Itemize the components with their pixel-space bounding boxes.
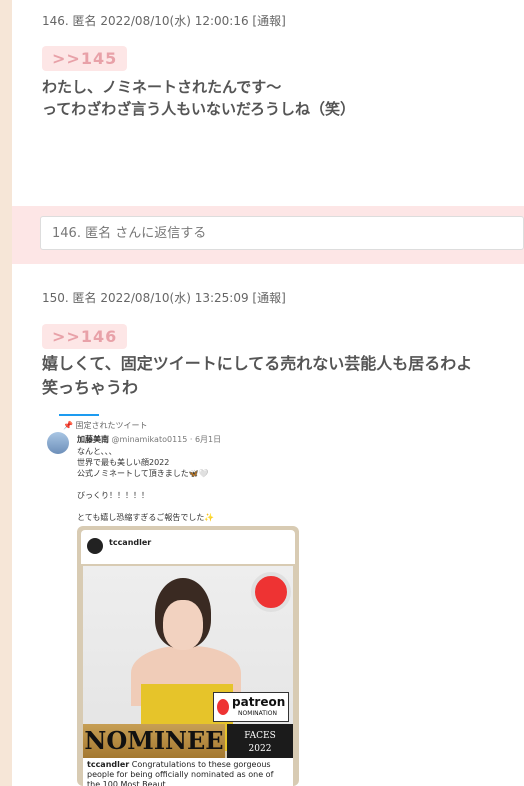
reply-anchor-link[interactable]: >>145 bbox=[42, 46, 128, 71]
card-caption: tccandler Congratulations to these gorge… bbox=[83, 758, 293, 786]
photo-face bbox=[163, 600, 203, 650]
comment-line: 嬉しくて、固定ツイートにしてる売れない芸能人も居るわよ bbox=[42, 354, 473, 373]
reply-bar: 146. 匿名 さんに返信する bbox=[12, 206, 524, 264]
tweet-line: とても嬉し恐縮すぎるご報告でした✨ bbox=[77, 513, 215, 522]
tweet-author-row: 加藤美南 @minamikato0115 · 6月1日 bbox=[77, 434, 221, 445]
tweet-handle-date: @minamikato0115 · 6月1日 bbox=[111, 435, 222, 444]
comment-line: 笑っちゃうわ bbox=[42, 378, 139, 397]
left-margin-strip bbox=[0, 0, 12, 786]
reply-anchor-link[interactable]: >>146 bbox=[42, 324, 128, 349]
avatar bbox=[47, 432, 69, 454]
faces-year: 2022 bbox=[248, 744, 272, 754]
card-handle: tccandler bbox=[109, 538, 152, 547]
patreon-nomination-badge: patreon NOMINATION bbox=[213, 692, 289, 722]
tweet-line bbox=[77, 479, 214, 490]
tweet-author: 加藤美南 bbox=[77, 435, 109, 444]
patreon-label: patreon bbox=[232, 695, 286, 709]
tweet-line: 世界で最も美しい顔2022 bbox=[77, 458, 170, 467]
caption-user: tccandler bbox=[87, 760, 130, 769]
nominee-banner: NOMINEE bbox=[83, 724, 225, 758]
comment-meta: 150. 匿名 2022/08/10(水) 13:25:09 [通報] bbox=[42, 291, 286, 305]
faces-emblem: FACES 2022 bbox=[227, 724, 293, 758]
tweet-line bbox=[77, 501, 214, 512]
tweet-text: なんと、、、 世界で最も美しい顔2022 公式ノミネートして頂きました🦋🤍 びっ… bbox=[77, 446, 214, 523]
comment-body: 嬉しくて、固定ツイートにしてる売れない芸能人も居るわよ 笑っちゃうわ bbox=[42, 352, 472, 400]
pin-icon: 📌 bbox=[63, 421, 76, 430]
red-badge-icon bbox=[251, 572, 291, 612]
tweet-screenshot-image[interactable]: 📌 固定されたツイート 加藤美南 @minamikato0115 · 6月1日 … bbox=[41, 414, 341, 786]
comment-line: ってわざわざ言う人もいないだろうしね（笑） bbox=[42, 100, 356, 118]
comment-body: わたし、ノミネートされたんです～ ってわざわざ言う人もいないだろうしね（笑） bbox=[42, 76, 355, 120]
faces-label: FACES bbox=[244, 731, 276, 741]
pinned-label: 📌 固定されたツイート bbox=[63, 421, 148, 430]
pinned-divider bbox=[59, 414, 99, 416]
patreon-logo-icon bbox=[217, 699, 229, 715]
card-header: tccandler bbox=[81, 530, 295, 564]
comment-146: 146. 匿名 2022/08/10(水) 12:00:16 [通報] >>14… bbox=[12, 0, 524, 206]
instagram-card: tccandler patreon NOMINATION NOMINEE FAC… bbox=[77, 526, 299, 786]
tweet-line: 公式ノミネートして頂きました🦋🤍 bbox=[77, 469, 209, 478]
reply-input[interactable]: 146. 匿名 さんに返信する bbox=[40, 216, 524, 250]
tweet-line: びっくり！！！！！ bbox=[77, 491, 149, 500]
tweet-line: なんと、、、 bbox=[77, 447, 117, 456]
comment-line: わたし、ノミネートされたんです～ bbox=[42, 78, 282, 96]
comment-meta: 146. 匿名 2022/08/10(水) 12:00:16 [通報] bbox=[42, 14, 286, 28]
nomination-label: NOMINATION bbox=[238, 710, 277, 717]
account-logo-icon bbox=[87, 538, 103, 554]
